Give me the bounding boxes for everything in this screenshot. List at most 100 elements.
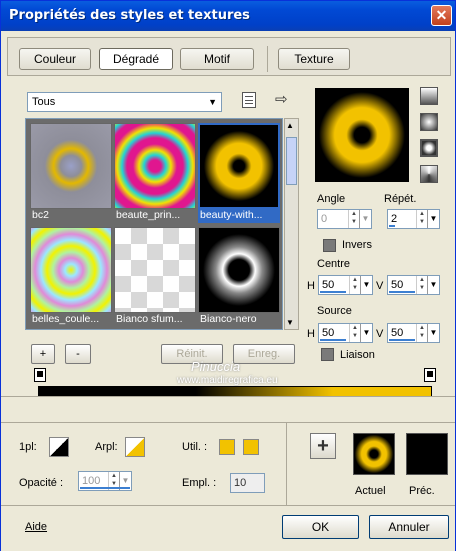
gradient-label: beaute_prin... [116,209,181,221]
empl-value: 10 [234,477,247,489]
center-v-slider[interactable] [389,291,415,293]
arpl-swatch[interactable] [125,437,145,457]
previous-label: Préc. [409,485,435,497]
chevron-down-icon: ▼ [208,97,217,107]
opacity-field[interactable]: 100 ▲ ▼ ▼ [78,471,132,491]
radial-style-icon[interactable] [420,139,438,157]
opacity-value: 100 [82,475,101,487]
empl-label: Empl. : [182,477,217,489]
gradient-item[interactable]: bc2 [30,123,112,225]
window-title: Propriétés des styles et textures [9,8,250,23]
scroll-up-icon[interactable]: ▲ [286,121,294,130]
link-checkbox[interactable] [321,348,334,361]
gradient-item-selected[interactable]: beauty-with... [198,123,280,225]
pl-swatch[interactable] [49,437,69,457]
library-scrollbar[interactable]: ▲ ▼ [284,118,299,330]
gradient-thumbnail [114,227,196,313]
tab-motif[interactable]: Motif [180,48,254,70]
gradient-label: Bianco sfum... [116,313,183,325]
gradient-item[interactable]: Bianco sfum... [114,227,196,329]
source-h-field[interactable]: 50 ▲ ▼ ▼ [318,323,373,343]
gradient-item[interactable]: belles_coule... [30,227,112,329]
util-swatch-2[interactable] [243,439,259,455]
gradient-label: beauty-with... [198,209,280,223]
util-swatch-1[interactable] [219,439,235,455]
source-h-label: H [307,328,315,340]
linear-style-icon[interactable] [420,87,438,105]
tab-couleur[interactable]: Couleur [19,48,91,70]
pl-label: 1pl: [19,441,37,453]
ok-button[interactable]: OK [282,515,359,539]
angle-spinner[interactable]: ▲ ▼ [348,210,359,228]
center-h-slider[interactable] [320,291,346,293]
source-h-dropdown[interactable]: ▼ [360,324,372,342]
scroll-down-icon[interactable]: ▼ [286,318,294,327]
angle-field[interactable]: 0 ▲ ▼ ▼ [317,209,372,229]
center-v-field[interactable]: 50 ▲ ▼ ▼ [387,275,440,295]
opacity-stop-right[interactable] [424,368,436,382]
gradient-thumbnail [114,123,196,209]
center-v-label: V [376,280,384,292]
tab-texture[interactable]: Texture [278,48,350,70]
tab-separator [267,46,268,72]
opacity-label: Opacité : [19,477,64,489]
source-v-value: 50 [391,327,404,339]
util-label: Util. : [182,441,208,453]
gradient-item[interactable]: Bianco-nero [198,227,280,329]
watermark-url: www.maidiregrafica.eu [177,375,278,386]
gradient-thumbnail [30,227,112,313]
source-v-dropdown[interactable]: ▼ [427,324,439,342]
options-footer: 1pl: Arpl: Util. : Opacité : 100 ▲ ▼ ▼ Em… [1,396,455,551]
arrow-right-icon[interactable]: ⇨ [275,90,288,108]
gradient-thumbnail [198,123,280,209]
close-button[interactable]: ✕ [431,5,452,26]
center-v-spinner[interactable]: ▲ ▼ [416,276,427,294]
category-dropdown[interactable]: Tous ▼ [27,92,222,112]
source-v-label: V [376,328,384,340]
add-icon[interactable]: + [310,433,336,459]
center-label: Centre [317,258,351,270]
invert-checkbox[interactable] [323,239,336,252]
center-h-dropdown[interactable]: ▼ [360,276,372,294]
rectangular-style-icon[interactable] [420,113,438,131]
previous-color-swatch[interactable] [406,433,448,475]
source-h-spinner[interactable]: ▲ ▼ [349,324,360,342]
empl-field[interactable]: 10 [230,473,265,493]
source-h-value: 50 [322,327,335,339]
help-link[interactable]: Aide [25,521,47,533]
category-value: Tous [32,96,56,108]
gradient-item[interactable]: beaute_prin... [114,123,196,225]
repeat-dropdown[interactable]: ▼ [427,210,439,228]
sunburst-style-icon[interactable] [420,165,438,183]
opacity-stop-left[interactable] [34,368,46,382]
source-label: Source [317,305,352,317]
center-h-value: 50 [322,279,335,291]
remove-gradient-button[interactable]: - [65,344,91,364]
save-button[interactable]: Enreg. [233,344,295,364]
source-h-slider[interactable] [320,339,346,341]
gradient-preview [315,88,409,182]
tab-degrade[interactable]: Dégradé [99,48,173,70]
center-h-spinner[interactable]: ▲ ▼ [349,276,360,294]
divider [1,422,455,423]
source-v-slider[interactable] [389,339,415,341]
source-v-field[interactable]: 50 ▲ ▼ ▼ [387,323,440,343]
gradient-library: bc2 beaute_prin... beauty-with... belles… [25,118,283,330]
library-icon[interactable] [242,92,256,108]
current-gradient-swatch[interactable] [353,433,395,475]
title-bar: Propriétés des styles et textures ✕ [1,1,455,31]
angle-dropdown[interactable]: ▼ [359,210,371,228]
source-v-spinner[interactable]: ▲ ▼ [416,324,427,342]
gradient-label: belles_coule... [32,313,100,325]
center-h-field[interactable]: 50 ▲ ▼ ▼ [318,275,373,295]
repeat-slider[interactable] [389,225,395,227]
repeat-spinner[interactable]: ▲ ▼ [416,210,427,228]
cancel-button[interactable]: Annuler [369,515,449,539]
add-gradient-button[interactable]: + [31,344,55,364]
scroll-thumb[interactable] [286,137,297,185]
center-v-dropdown[interactable]: ▼ [427,276,439,294]
opacity-slider[interactable] [80,487,130,489]
repeat-field[interactable]: 2 ▲ ▼ ▼ [387,209,440,229]
gradient-label: Bianco-nero [200,313,257,325]
dialog-window: Propriétés des styles et textures ✕ Coul… [0,0,456,551]
